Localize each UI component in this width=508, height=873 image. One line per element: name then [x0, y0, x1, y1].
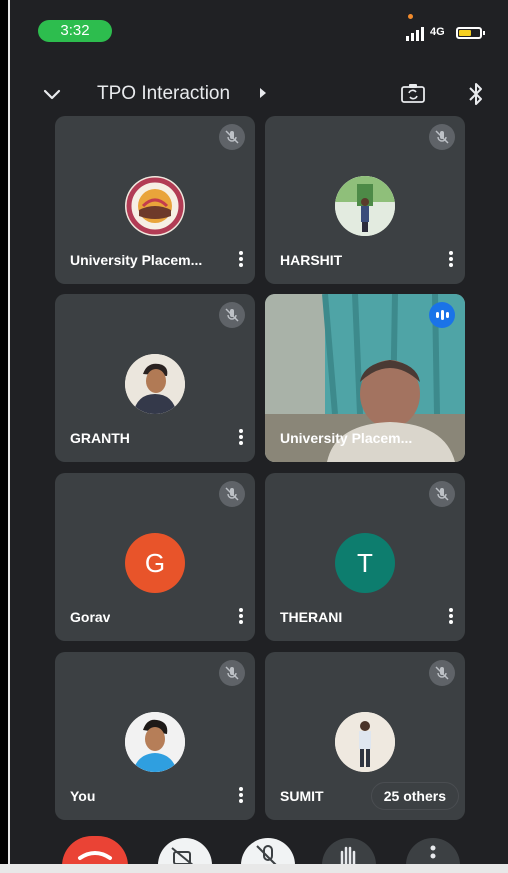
- notification-dot: [408, 14, 413, 19]
- mic-off-icon: [219, 481, 245, 507]
- mic-off-icon: [429, 660, 455, 686]
- participant-name: SUMIT: [280, 788, 324, 804]
- participant-name: You: [70, 788, 96, 804]
- mic-off-icon: [219, 302, 245, 328]
- mic-off-icon: [219, 660, 245, 686]
- meeting-title[interactable]: TPO Interaction: [97, 83, 230, 105]
- battery-fill: [459, 30, 471, 36]
- chevron-down-icon[interactable]: [40, 82, 64, 106]
- participant-name: HARSHIT: [280, 252, 343, 268]
- bottom-strip: [0, 864, 508, 873]
- participant-tile[interactable]: SUMIT 25 others: [265, 652, 465, 820]
- status-bar: 3:32 4G: [10, 0, 508, 62]
- bluetooth-icon[interactable]: [466, 81, 486, 107]
- more-vert-icon[interactable]: [239, 608, 243, 624]
- participant-tile[interactable]: You: [55, 652, 255, 820]
- more-vert-icon[interactable]: [239, 429, 243, 445]
- avatar: [125, 354, 185, 414]
- participant-name: THERANI: [280, 609, 343, 625]
- participant-name: Gorav: [70, 609, 111, 625]
- letter-avatar: G: [125, 533, 185, 593]
- meeting-header: TPO Interaction: [10, 72, 508, 118]
- battery-icon: [456, 27, 485, 39]
- participant-video-tile[interactable]: University Placem...: [265, 294, 465, 462]
- mic-off-icon: [429, 124, 455, 150]
- avatar: [335, 176, 395, 236]
- mic-off-icon: [429, 481, 455, 507]
- speaking-indicator-icon: [429, 302, 455, 328]
- participant-tile[interactable]: University Placem...: [55, 116, 255, 284]
- switch-camera-icon[interactable]: [400, 82, 426, 106]
- participant-tile[interactable]: G Gorav: [55, 473, 255, 641]
- signal-icon: [406, 27, 428, 41]
- mic-off-icon: [219, 124, 245, 150]
- left-edge: [0, 0, 10, 873]
- others-button[interactable]: 25 others: [370, 782, 459, 810]
- participant-name: University Placem...: [280, 430, 413, 446]
- meet-screen: 3:32 4G TPO Interaction University Place…: [10, 0, 508, 873]
- participant-name: University Placem...: [70, 252, 203, 268]
- network-type: 4G: [430, 26, 445, 38]
- more-vert-icon[interactable]: [239, 251, 243, 267]
- clock: 3:32: [38, 20, 112, 42]
- participant-name: GRANTH: [70, 430, 130, 446]
- participant-tile[interactable]: GRANTH: [55, 294, 255, 462]
- more-vert-icon[interactable]: [449, 251, 453, 267]
- avatar: [125, 712, 185, 772]
- participant-tile[interactable]: T THERANI: [265, 473, 465, 641]
- participant-tile[interactable]: HARSHIT: [265, 116, 465, 284]
- university-logo-avatar: [125, 176, 185, 236]
- more-vert-icon[interactable]: [449, 608, 453, 624]
- letter-avatar: T: [335, 533, 395, 593]
- more-vert-icon[interactable]: [239, 787, 243, 803]
- chevron-right-icon[interactable]: [260, 88, 266, 98]
- avatar: [335, 712, 395, 772]
